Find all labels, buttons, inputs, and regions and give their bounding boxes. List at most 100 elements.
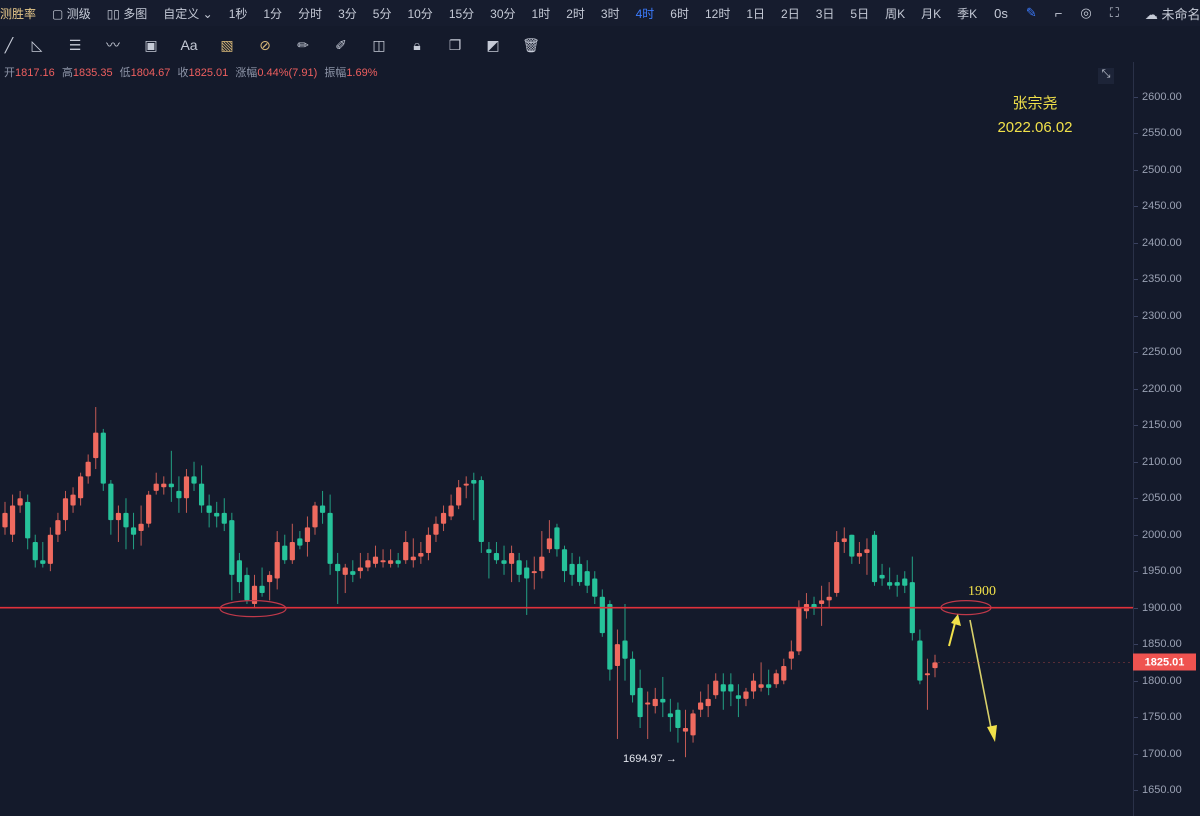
candle-body [123,512,129,528]
drawing-toolbar: ╱ ◺ ☰ 〰 ▣ Aa ▧ ⊘ ✏ ✐ ◫ 🔒︎ ❐ ◩ 🗑︎ [0,30,550,60]
interval-30m[interactable]: 30分 [482,5,523,22]
y-tick-label: 2150.00 [1142,419,1182,432]
level-1900-label: 1900 [968,584,996,599]
candle-body [902,578,908,586]
tab-multi-chart-label: 多图 [123,6,148,21]
candle-body [448,505,454,517]
hide-icon[interactable]: ◩ [474,37,512,54]
candle-body [191,476,197,484]
candle-body [637,687,643,718]
y-tick-mark [1134,571,1138,573]
pencil-icon[interactable]: ✏ [284,37,322,54]
interval-1m[interactable]: 1分 [255,5,290,22]
fullscreen-icon[interactable]: ⛶ [1101,5,1128,21]
interval-2d[interactable]: 2日 [773,5,808,22]
candle-body [274,541,280,579]
candle-body [153,483,159,491]
y-tick-label: 1650.00 [1142,784,1182,797]
y-tick-label: 1950.00 [1142,565,1182,578]
interval-2h[interactable]: 2时 [558,5,593,22]
candle-body [713,680,719,696]
line-tool-icon[interactable]: ╱ [0,37,18,54]
pencil-icon[interactable]: ✎ [1017,5,1046,21]
candle-body [2,512,8,528]
interval-1h[interactable]: 1时 [524,5,559,22]
candle-body [917,640,923,681]
brush-icon[interactable]: ✐ [322,37,360,54]
interval-5m[interactable]: 5分 [365,5,400,22]
candle-body [614,644,621,667]
candle-body [357,567,363,572]
interval-1s[interactable]: 1秒 [221,5,256,22]
candle-body [198,483,205,506]
lock-icon[interactable]: 🔒︎ [398,37,436,54]
tab-level[interactable]: ▢ 测级 [44,5,99,22]
candle-body [667,713,673,718]
interval-5d[interactable]: 5日 [842,5,877,22]
candle-body [440,512,447,524]
candle-body [410,556,416,561]
interval-4h[interactable]: 4时 [628,5,663,22]
candle-body [25,501,31,539]
parallel-channel-icon[interactable]: ☰ [56,37,94,54]
brand-label[interactable]: 测胜率 [0,5,44,22]
candle-body [259,585,265,594]
y-tick-label: 2100.00 [1142,455,1182,468]
candle-body [735,695,742,699]
y-tick-mark [1134,315,1138,317]
candle-body [584,571,590,586]
trash-icon[interactable]: 🗑︎ [512,37,550,54]
candle-body [297,538,303,546]
y-tick-label: 2000.00 [1142,528,1182,541]
cloud-icon: ☁ [1144,6,1158,22]
interval-quarter[interactable]: 季K [949,5,985,22]
candle-body [864,549,870,553]
candle-body [55,520,61,535]
candle-body [229,520,235,575]
bracket-icon[interactable]: ⌐ [1046,6,1072,21]
workspace-dropdown[interactable]: ☁ 未命名 ⌄ [1136,4,1200,23]
y-tick-mark [1134,97,1138,98]
candle-body [493,552,500,561]
magnet-strong-icon[interactable]: ⊘ [246,37,284,54]
candle-body [773,673,779,685]
candle-body [796,607,802,652]
copy-icon[interactable]: ❐ [436,37,474,54]
interval-3m[interactable]: 3分 [330,5,365,22]
wave-icon[interactable]: 〰 [94,35,132,55]
target-icon[interactable]: ◎ [1071,5,1100,21]
interval-timeshare[interactable]: 分时 [290,5,330,22]
interval-6h[interactable]: 6时 [662,5,697,22]
magnet-icon[interactable]: ▧ [208,37,246,54]
custom-interval-dropdown[interactable]: 自定义 ⌄ [155,5,220,22]
candle-body [766,684,772,688]
mirror-icon[interactable]: ◫ [360,37,398,54]
interval-3d[interactable]: 3日 [808,5,843,22]
candle-body [924,673,931,676]
triangle-icon[interactable]: ◺ [18,37,56,54]
interval-month[interactable]: 月K [913,5,949,22]
candle-body [531,571,537,574]
interval-15m[interactable]: 15分 [441,5,482,22]
candle-body [781,666,787,681]
interval-week[interactable]: 周K [877,5,913,22]
price-axis[interactable]: 2600.00 2550.00 2500.00 2450.00 2400.00 2350.… [1133,62,1200,816]
interval-3h[interactable]: 3时 [593,5,628,22]
candle-body [350,571,356,575]
tab-multi-chart[interactable]: ▯▯ 多图 [99,5,156,22]
rectangle-icon[interactable]: ▣ [132,37,170,54]
candle-body [660,698,666,703]
candle-body [599,596,605,634]
candle-body [70,494,76,506]
text-icon[interactable]: Aa [170,37,208,53]
candle-body [304,527,311,542]
y-tick-mark [1134,425,1138,427]
countdown-label[interactable]: 0s [985,6,1017,21]
interval-12h[interactable]: 12时 [697,5,738,22]
arrow-up-icon [951,614,961,626]
candlestick-chart[interactable]: 1900 1694.97 → [0,62,1133,816]
candle-body [788,651,794,659]
interval-10m[interactable]: 10分 [399,5,440,22]
candle-body [418,552,424,557]
interval-1d[interactable]: 1日 [738,5,773,22]
